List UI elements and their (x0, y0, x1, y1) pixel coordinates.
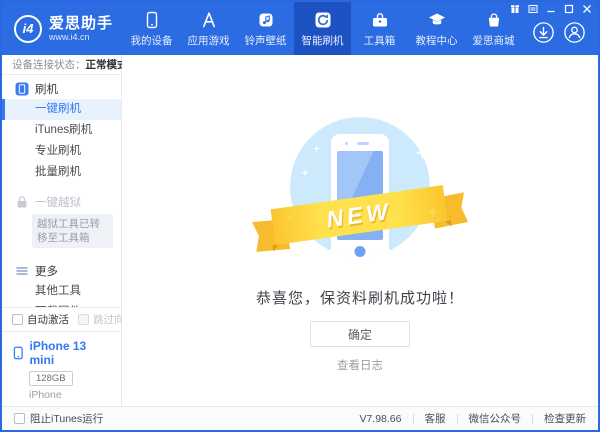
section-more: 更多 (2, 260, 121, 281)
sidebar-item-batch-flash[interactable]: 批量刷机 (2, 162, 121, 183)
flash-options: 自动激活 跳过向导 (2, 307, 135, 331)
music-note-icon (256, 10, 276, 30)
device-connection-status: 设备连接状态：正常模式 (2, 55, 128, 75)
nav-toolbox[interactable]: 工具箱 (351, 2, 408, 55)
user-account-icon[interactable] (563, 21, 586, 44)
sidebar: 设备连接状态：正常模式 刷机 一键刷机 iTunes刷机 专业刷机 批量刷机 一… (2, 55, 135, 406)
status-bar: 阻止iTunes运行 V7.98.66 客服 微信公众号 检查更新 (2, 406, 598, 430)
view-log-link[interactable]: 查看日志 (337, 357, 383, 373)
device-phone-icon (13, 346, 23, 360)
flash-section-icon (15, 82, 29, 95)
i4-logo-icon: i4 (14, 14, 42, 43)
section-flash: 刷机 (2, 78, 121, 99)
checkbox-icon (78, 314, 89, 325)
success-illustration: NEW (245, 117, 475, 263)
app-window: i4 爱思助手 www.i4.cn 我的设备 应用游戏 铃声壁纸 智能刷机 工具… (0, 0, 600, 432)
app-title: 爱思助手 (49, 14, 114, 32)
nav-app-games[interactable]: 应用游戏 (180, 2, 237, 55)
confirm-button[interactable]: 确定 (310, 321, 410, 347)
device-model: iPhone (29, 389, 62, 401)
main-nav: 我的设备 应用游戏 铃声壁纸 智能刷机 工具箱 教程中心 爱思商城 (123, 2, 522, 55)
sidebar-item-itunes-flash[interactable]: iTunes刷机 (2, 120, 121, 141)
appstore-icon (199, 10, 219, 30)
jailbreak-moved-note: 越狱工具已转移至工具箱 (32, 214, 113, 249)
minimize-button[interactable] (546, 4, 556, 14)
app-url: www.i4.cn (49, 31, 90, 42)
maximize-button[interactable] (564, 4, 574, 14)
phone-icon (142, 10, 162, 30)
success-message: 恭喜您，保资料刷机成功啦！ (255, 290, 464, 307)
sidebar-menu: 刷机 一键刷机 iTunes刷机 专业刷机 批量刷机 一键越狱 越狱工具已转移至… (2, 75, 121, 307)
nav-tutorials[interactable]: 教程中心 (408, 2, 465, 55)
graduation-cap-icon (427, 10, 447, 30)
new-ribbon-label: NEW (324, 197, 394, 233)
device-capacity-badge: 128GB (29, 371, 73, 386)
auto-activate-checkbox[interactable]: 自动激活 (12, 312, 69, 327)
download-manager-icon[interactable] (532, 21, 555, 44)
wechat-official-link[interactable]: 微信公众号 (469, 411, 522, 426)
toolbox-icon (370, 10, 390, 30)
gift-icon[interactable] (510, 4, 520, 14)
app-logo[interactable]: i4 爱思助手 www.i4.cn (2, 2, 121, 55)
theme-menu-icon[interactable] (528, 4, 538, 14)
nav-smart-flash[interactable]: 智能刷机 (294, 2, 352, 55)
lock-icon (17, 195, 27, 207)
window-controls (510, 4, 592, 14)
sidebar-item-download-firmware[interactable]: 下载固件 (2, 302, 121, 307)
sidebar-item-pro-flash[interactable]: 专业刷机 (2, 141, 121, 162)
sidebar-item-one-key-flash[interactable]: 一键刷机 (2, 99, 121, 120)
connected-device[interactable]: iPhone 13 mini (12, 339, 111, 367)
checkbox-icon (14, 413, 25, 424)
sidebar-item-other-tools[interactable]: 其他工具 (2, 281, 121, 302)
checkbox-icon (12, 314, 23, 325)
version-label: V7.98.66 (359, 412, 402, 425)
nav-my-device[interactable]: 我的设备 (123, 2, 180, 55)
header: i4 爱思助手 www.i4.cn 我的设备 应用游戏 铃声壁纸 智能刷机 工具… (2, 2, 598, 55)
more-list-icon (16, 267, 28, 275)
refresh-flash-icon (313, 10, 333, 30)
nav-ringtones[interactable]: 铃声壁纸 (237, 2, 294, 55)
main-content: NEW 恭喜您，保资料刷机成功啦！ 确定 查看日志 (122, 55, 598, 406)
shopping-bag-icon (484, 10, 504, 30)
block-itunes-checkbox[interactable]: 阻止iTunes运行 (14, 411, 103, 426)
customer-service-link[interactable]: 客服 (425, 411, 446, 426)
check-update-link[interactable]: 检查更新 (544, 411, 586, 426)
close-button[interactable] (582, 4, 592, 14)
device-panel: iPhone 13 mini 128GB iPhone (2, 331, 121, 406)
section-jailbreak: 一键越狱 (2, 191, 121, 212)
